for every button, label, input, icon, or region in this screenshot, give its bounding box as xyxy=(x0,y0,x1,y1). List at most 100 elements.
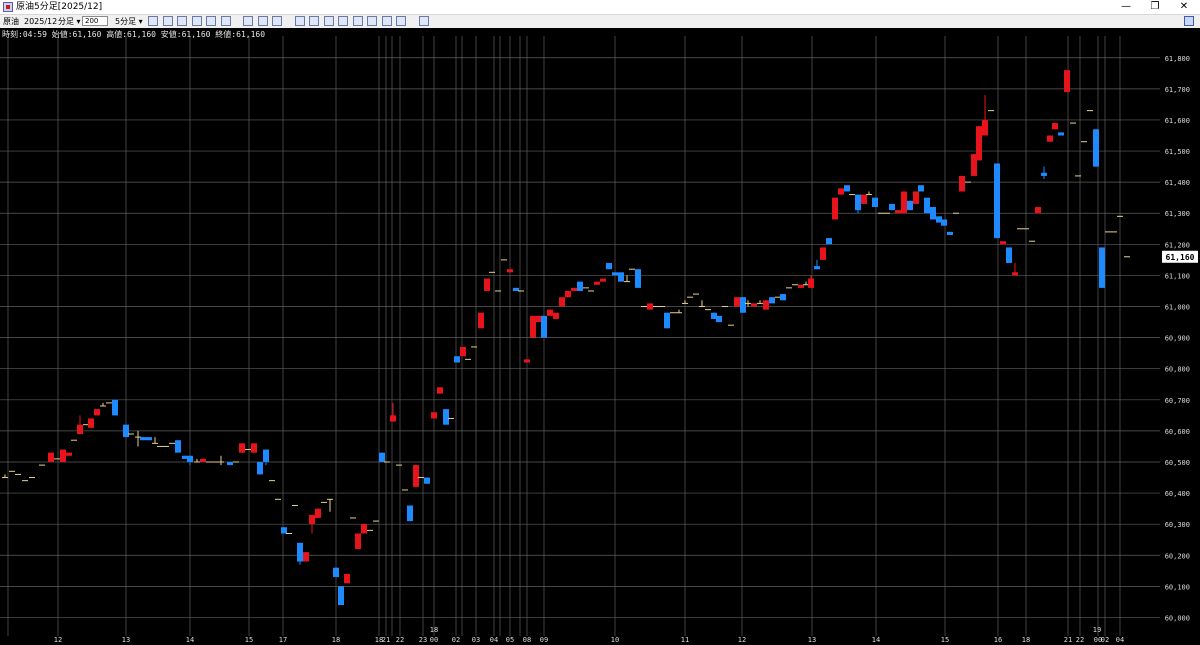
candle-body xyxy=(763,300,769,310)
candle xyxy=(239,443,245,453)
refresh-icon[interactable] xyxy=(418,16,429,26)
candle-body xyxy=(77,424,83,434)
last-price-tag: 61,160 xyxy=(1162,250,1198,263)
contract-month[interactable]: 2025/12 xyxy=(24,15,57,28)
x-tick-label: 18 xyxy=(430,626,438,634)
x-tick-label: 03 xyxy=(472,636,480,644)
candle xyxy=(594,281,600,285)
candle xyxy=(48,452,54,462)
bar-count-input[interactable]: 200 xyxy=(82,16,108,26)
y-tick-label: 60,700 xyxy=(1165,397,1190,405)
y-tick-label: 60,300 xyxy=(1165,521,1190,529)
candle xyxy=(565,290,571,298)
candle-body xyxy=(553,312,559,319)
grid-icon[interactable] xyxy=(243,16,253,26)
candlestick-chart[interactable]: 61,800 61,700 61,600 61,500 61,400 61,300 61,2… xyxy=(0,28,1200,645)
candle-body xyxy=(437,387,443,394)
candle xyxy=(618,272,624,282)
candle-body xyxy=(175,440,181,453)
x-tick-label: 19 xyxy=(1093,626,1101,634)
candle-body xyxy=(907,200,913,211)
candle xyxy=(94,409,100,416)
candle xyxy=(146,437,152,441)
candle xyxy=(941,219,947,226)
candle xyxy=(454,356,460,363)
candle xyxy=(1064,70,1070,92)
candle xyxy=(918,185,924,192)
candle xyxy=(826,238,832,245)
candle-body xyxy=(844,185,850,192)
candle xyxy=(413,465,419,487)
interval-select[interactable]: 5分足 ▾ xyxy=(115,15,143,28)
candle xyxy=(895,210,901,214)
candle-body xyxy=(407,505,413,522)
x-tick-label: 09 xyxy=(540,636,548,644)
candle xyxy=(1006,247,1012,263)
table-icon[interactable] xyxy=(257,16,268,26)
indicator-3-icon[interactable] xyxy=(352,16,363,26)
candle-body xyxy=(200,458,206,462)
candle xyxy=(577,281,583,291)
indicator-2-icon[interactable] xyxy=(338,16,348,26)
period-unit-select[interactable]: 分足 ▾ xyxy=(58,15,81,28)
hand-icon[interactable] xyxy=(162,16,173,26)
x-tick-label: 21 xyxy=(382,636,390,644)
text-tool-icon[interactable] xyxy=(206,16,216,26)
chart-area[interactable]: 61,800 61,700 61,600 61,500 61,400 61,300 61,2… xyxy=(0,28,1200,645)
candle-body xyxy=(227,461,233,466)
candle-body xyxy=(507,269,513,273)
candle-body xyxy=(239,443,245,453)
candle-body xyxy=(947,231,953,235)
globe-icon[interactable] xyxy=(220,16,231,26)
period-unit-label: 分足 xyxy=(58,17,74,26)
indicator-1-icon[interactable] xyxy=(323,16,334,26)
candle-body xyxy=(895,210,901,214)
x-tick-label: 02 xyxy=(1101,636,1109,644)
candle xyxy=(1047,135,1053,142)
candle-body xyxy=(820,247,826,260)
pointer-icon[interactable] xyxy=(148,16,158,26)
candle-body xyxy=(1035,207,1041,214)
candle-body xyxy=(146,437,152,441)
candle-body xyxy=(594,281,600,285)
candle-body xyxy=(303,552,309,562)
line-tool-icon[interactable] xyxy=(191,16,202,26)
candle xyxy=(763,300,769,310)
candle xyxy=(571,287,577,291)
x-tick-label: 10 xyxy=(611,636,619,644)
indicator-6-icon[interactable] xyxy=(396,16,406,26)
minimize-button[interactable]: — xyxy=(1112,0,1140,14)
x-tick-label: 13 xyxy=(808,636,816,644)
x-tick-label: 04 xyxy=(490,636,498,644)
candle xyxy=(431,412,437,419)
candle xyxy=(66,452,72,456)
table2-icon[interactable] xyxy=(272,16,282,26)
candle-body xyxy=(413,465,419,487)
bar-chart-icon[interactable] xyxy=(294,16,305,26)
candle-body xyxy=(716,315,722,323)
settings-icon[interactable] xyxy=(1184,16,1194,26)
candle-body xyxy=(577,281,583,291)
y-tick-label: 60,200 xyxy=(1165,552,1190,560)
candle-body xyxy=(333,567,339,578)
candle-body xyxy=(1012,272,1018,276)
candle-body xyxy=(872,197,878,208)
candle xyxy=(140,437,146,441)
candle-body xyxy=(889,203,895,211)
close-button[interactable]: ✕ xyxy=(1170,0,1198,14)
candle-body xyxy=(606,262,612,270)
pencil-icon[interactable] xyxy=(177,16,187,26)
candle xyxy=(460,346,466,357)
candle-icon[interactable] xyxy=(309,16,319,26)
x-tick-label: 14 xyxy=(872,636,880,644)
indicator-4-icon[interactable] xyxy=(367,16,377,26)
x-tick-label: 15 xyxy=(941,636,949,644)
maximize-button[interactable]: ❐ xyxy=(1141,0,1169,14)
candle-body xyxy=(780,294,786,301)
x-tick-label: 08 xyxy=(523,636,531,644)
candle xyxy=(478,312,484,329)
candle-body xyxy=(959,175,965,192)
indicator-5-icon[interactable] xyxy=(381,16,392,26)
y-tick-label: 60,800 xyxy=(1165,366,1190,374)
y-tick-label: 60,000 xyxy=(1165,614,1190,622)
